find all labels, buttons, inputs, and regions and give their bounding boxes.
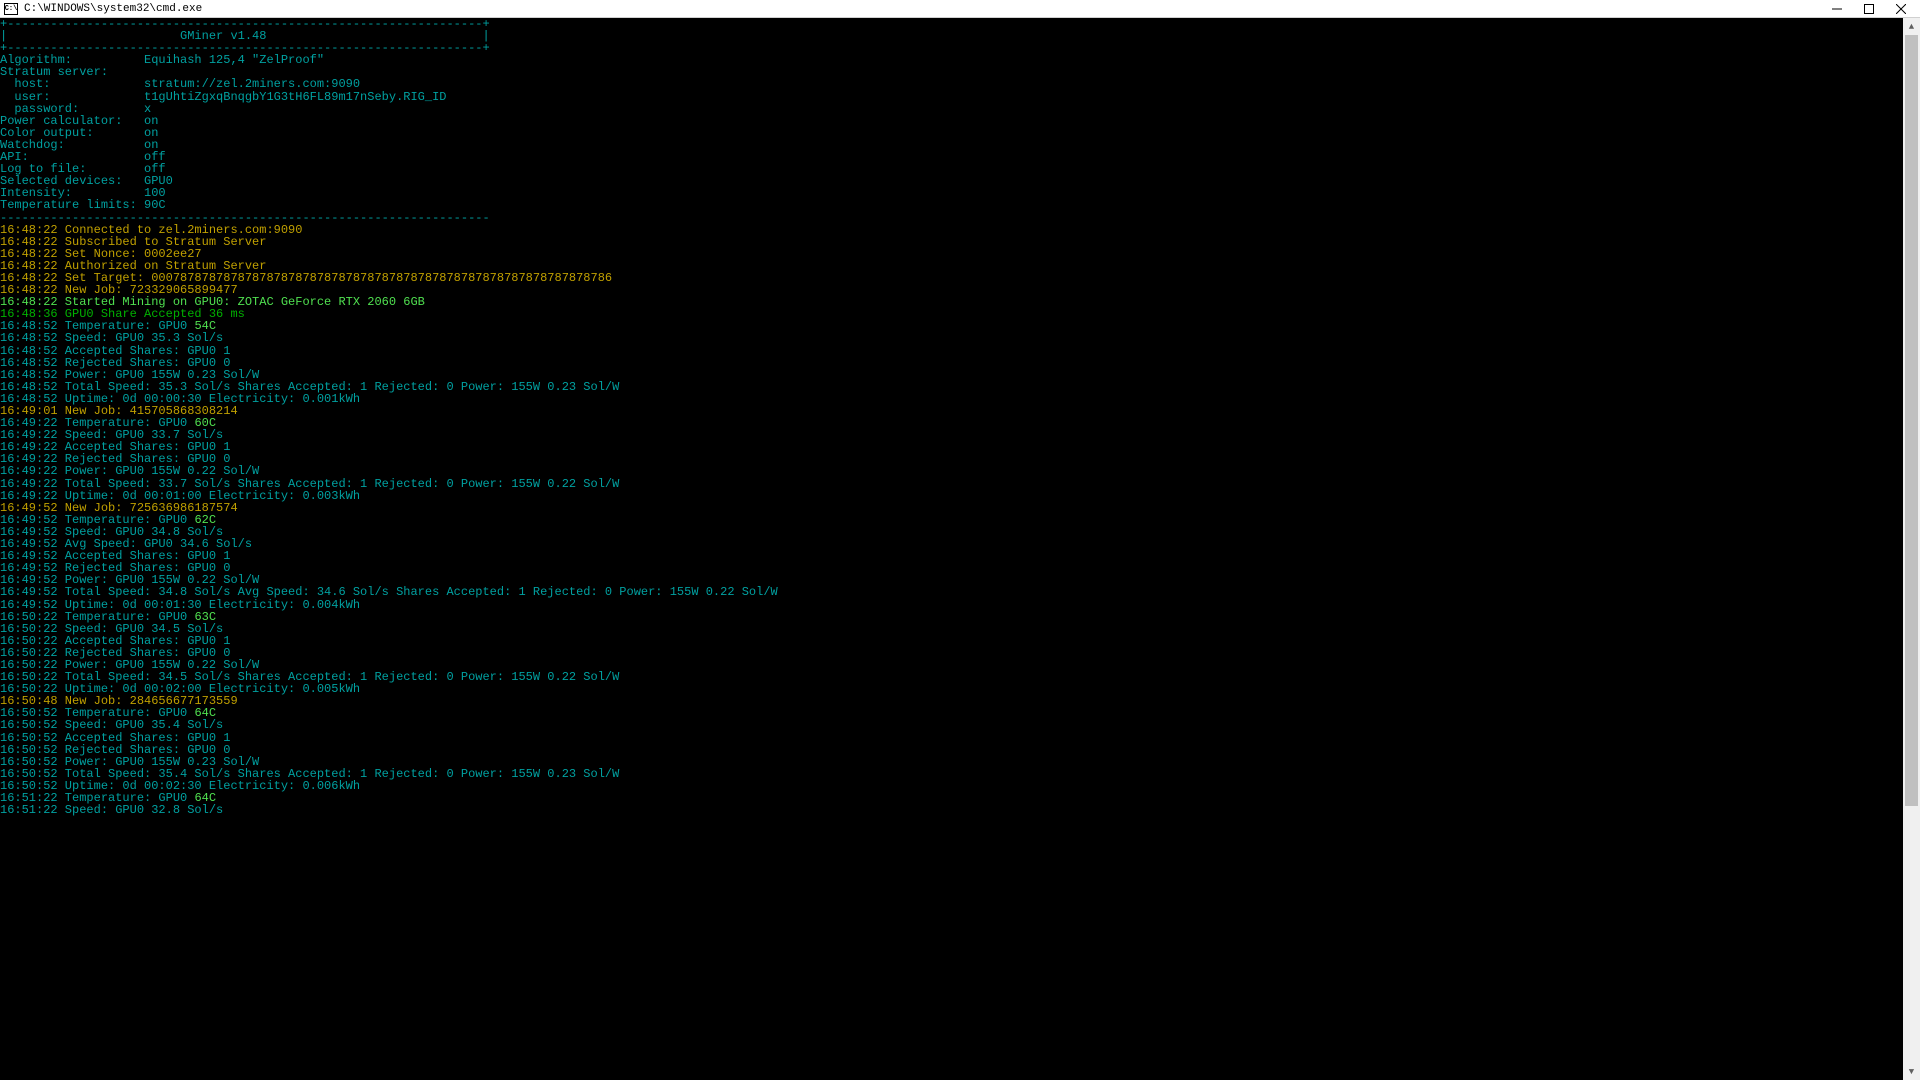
log-line: 16:50:22 Uptime: 0d 00:02:00 Electricity… bbox=[0, 683, 1920, 695]
console-output: +---------------------------------------… bbox=[0, 18, 1920, 1080]
log-line: Color output: on bbox=[0, 127, 1920, 139]
log-line: 16:51:22 Temperature: GPU0 64C bbox=[0, 792, 1920, 804]
log-line: 16:49:22 Speed: GPU0 33.7 Sol/s bbox=[0, 429, 1920, 441]
log-line: 16:48:22 Connected to zel.2miners.com:90… bbox=[0, 224, 1920, 236]
log-line: 16:49:22 Rejected Shares: GPU0 0 bbox=[0, 453, 1920, 465]
log-line: Algorithm: Equihash 125,4 "ZelProof" bbox=[0, 54, 1920, 66]
log-line: 16:49:52 Uptime: 0d 00:01:30 Electricity… bbox=[0, 599, 1920, 611]
log-line: 16:48:52 Temperature: GPU0 54C bbox=[0, 320, 1920, 332]
log-line: 16:48:22 Started Mining on GPU0: ZOTAC G… bbox=[0, 296, 1920, 308]
log-line: user: t1gUhtiZgxqBnqgbY1G3tH6FL89m17nSeb… bbox=[0, 91, 1920, 103]
log-line: 16:51:22 Speed: GPU0 32.8 Sol/s bbox=[0, 804, 1920, 816]
log-line: 16:48:22 Subscribed to Stratum Server bbox=[0, 236, 1920, 248]
log-line: 16:50:52 Uptime: 0d 00:02:30 Electricity… bbox=[0, 780, 1920, 792]
log-line: password: x bbox=[0, 103, 1920, 115]
log-line: Power calculator: on bbox=[0, 115, 1920, 127]
log-line: 16:49:52 Rejected Shares: GPU0 0 bbox=[0, 562, 1920, 574]
scroll-down-arrow-icon[interactable]: ▼ bbox=[1903, 1063, 1920, 1080]
log-line: 16:49:52 New Job: 725636986187574 bbox=[0, 502, 1920, 514]
log-line: API: off bbox=[0, 151, 1920, 163]
log-line: 16:50:22 Rejected Shares: GPU0 0 bbox=[0, 647, 1920, 659]
cmd-icon: C:\ bbox=[4, 3, 18, 15]
vertical-scrollbar[interactable]: ▲ ▼ bbox=[1903, 18, 1920, 1080]
log-line: Intensity: 100 bbox=[0, 187, 1920, 199]
log-line: 16:49:52 Total Speed: 34.8 Sol/s Avg Spe… bbox=[0, 586, 1920, 598]
log-line: ----------------------------------------… bbox=[0, 212, 1920, 224]
scroll-up-arrow-icon[interactable]: ▲ bbox=[1903, 18, 1920, 35]
log-line: 16:49:22 Total Speed: 33.7 Sol/s Shares … bbox=[0, 478, 1920, 490]
log-line: 16:48:22 Set Target: 0007878787878787878… bbox=[0, 272, 1920, 284]
window-titlebar: C:\ C:\WINDOWS\system32\cmd.exe bbox=[0, 0, 1920, 18]
log-line: 16:50:22 Accepted Shares: GPU0 1 bbox=[0, 635, 1920, 647]
log-line: Selected devices: GPU0 bbox=[0, 175, 1920, 187]
log-line: 16:50:52 Rejected Shares: GPU0 0 bbox=[0, 744, 1920, 756]
log-line: 16:49:22 Accepted Shares: GPU0 1 bbox=[0, 441, 1920, 453]
log-line: 16:48:36 GPU0 Share Accepted 36 ms bbox=[0, 308, 1920, 320]
log-line: 16:49:01 New Job: 415705868308214 bbox=[0, 405, 1920, 417]
log-line: 16:48:52 Speed: GPU0 35.3 Sol/s bbox=[0, 332, 1920, 344]
log-line: 16:50:52 Accepted Shares: GPU0 1 bbox=[0, 732, 1920, 744]
log-line: 16:50:52 Power: GPU0 155W 0.23 Sol/W bbox=[0, 756, 1920, 768]
log-line: Log to file: off bbox=[0, 163, 1920, 175]
log-line: 16:50:22 Temperature: GPU0 63C bbox=[0, 611, 1920, 623]
maximize-button[interactable] bbox=[1862, 2, 1876, 16]
window-controls bbox=[1830, 2, 1908, 16]
minimize-button[interactable] bbox=[1830, 2, 1844, 16]
scroll-track[interactable] bbox=[1903, 35, 1920, 1063]
log-line: host: stratum://zel.2miners.com:9090 bbox=[0, 78, 1920, 90]
log-line: 16:50:48 New Job: 284656677173559 bbox=[0, 695, 1920, 707]
log-line: 16:49:52 Accepted Shares: GPU0 1 bbox=[0, 550, 1920, 562]
log-line: Watchdog: on bbox=[0, 139, 1920, 151]
log-line: 16:48:22 Set Nonce: 0002ee27 bbox=[0, 248, 1920, 260]
close-button[interactable] bbox=[1894, 2, 1908, 16]
log-line: 16:50:52 Temperature: GPU0 64C bbox=[0, 707, 1920, 719]
log-line: 16:49:52 Speed: GPU0 34.8 Sol/s bbox=[0, 526, 1920, 538]
log-line: 16:49:52 Temperature: GPU0 62C bbox=[0, 514, 1920, 526]
log-line: 16:50:52 Speed: GPU0 35.4 Sol/s bbox=[0, 719, 1920, 731]
log-line: 16:49:22 Temperature: GPU0 60C bbox=[0, 417, 1920, 429]
log-line: 16:49:52 Avg Speed: GPU0 34.6 Sol/s bbox=[0, 538, 1920, 550]
window-title: C:\WINDOWS\system32\cmd.exe bbox=[24, 3, 202, 15]
log-line: 16:48:52 Uptime: 0d 00:00:30 Electricity… bbox=[0, 393, 1920, 405]
scroll-thumb[interactable] bbox=[1905, 35, 1918, 806]
log-line: 16:50:22 Speed: GPU0 34.5 Sol/s bbox=[0, 623, 1920, 635]
log-line: 16:48:52 Rejected Shares: GPU0 0 bbox=[0, 357, 1920, 369]
log-line: 16:48:52 Power: GPU0 155W 0.23 Sol/W bbox=[0, 369, 1920, 381]
log-line: Temperature limits: 90C bbox=[0, 199, 1920, 211]
log-line: 16:48:52 Accepted Shares: GPU0 1 bbox=[0, 345, 1920, 357]
log-line: 16:49:22 Power: GPU0 155W 0.22 Sol/W bbox=[0, 465, 1920, 477]
log-line: 16:49:22 Uptime: 0d 00:01:00 Electricity… bbox=[0, 490, 1920, 502]
